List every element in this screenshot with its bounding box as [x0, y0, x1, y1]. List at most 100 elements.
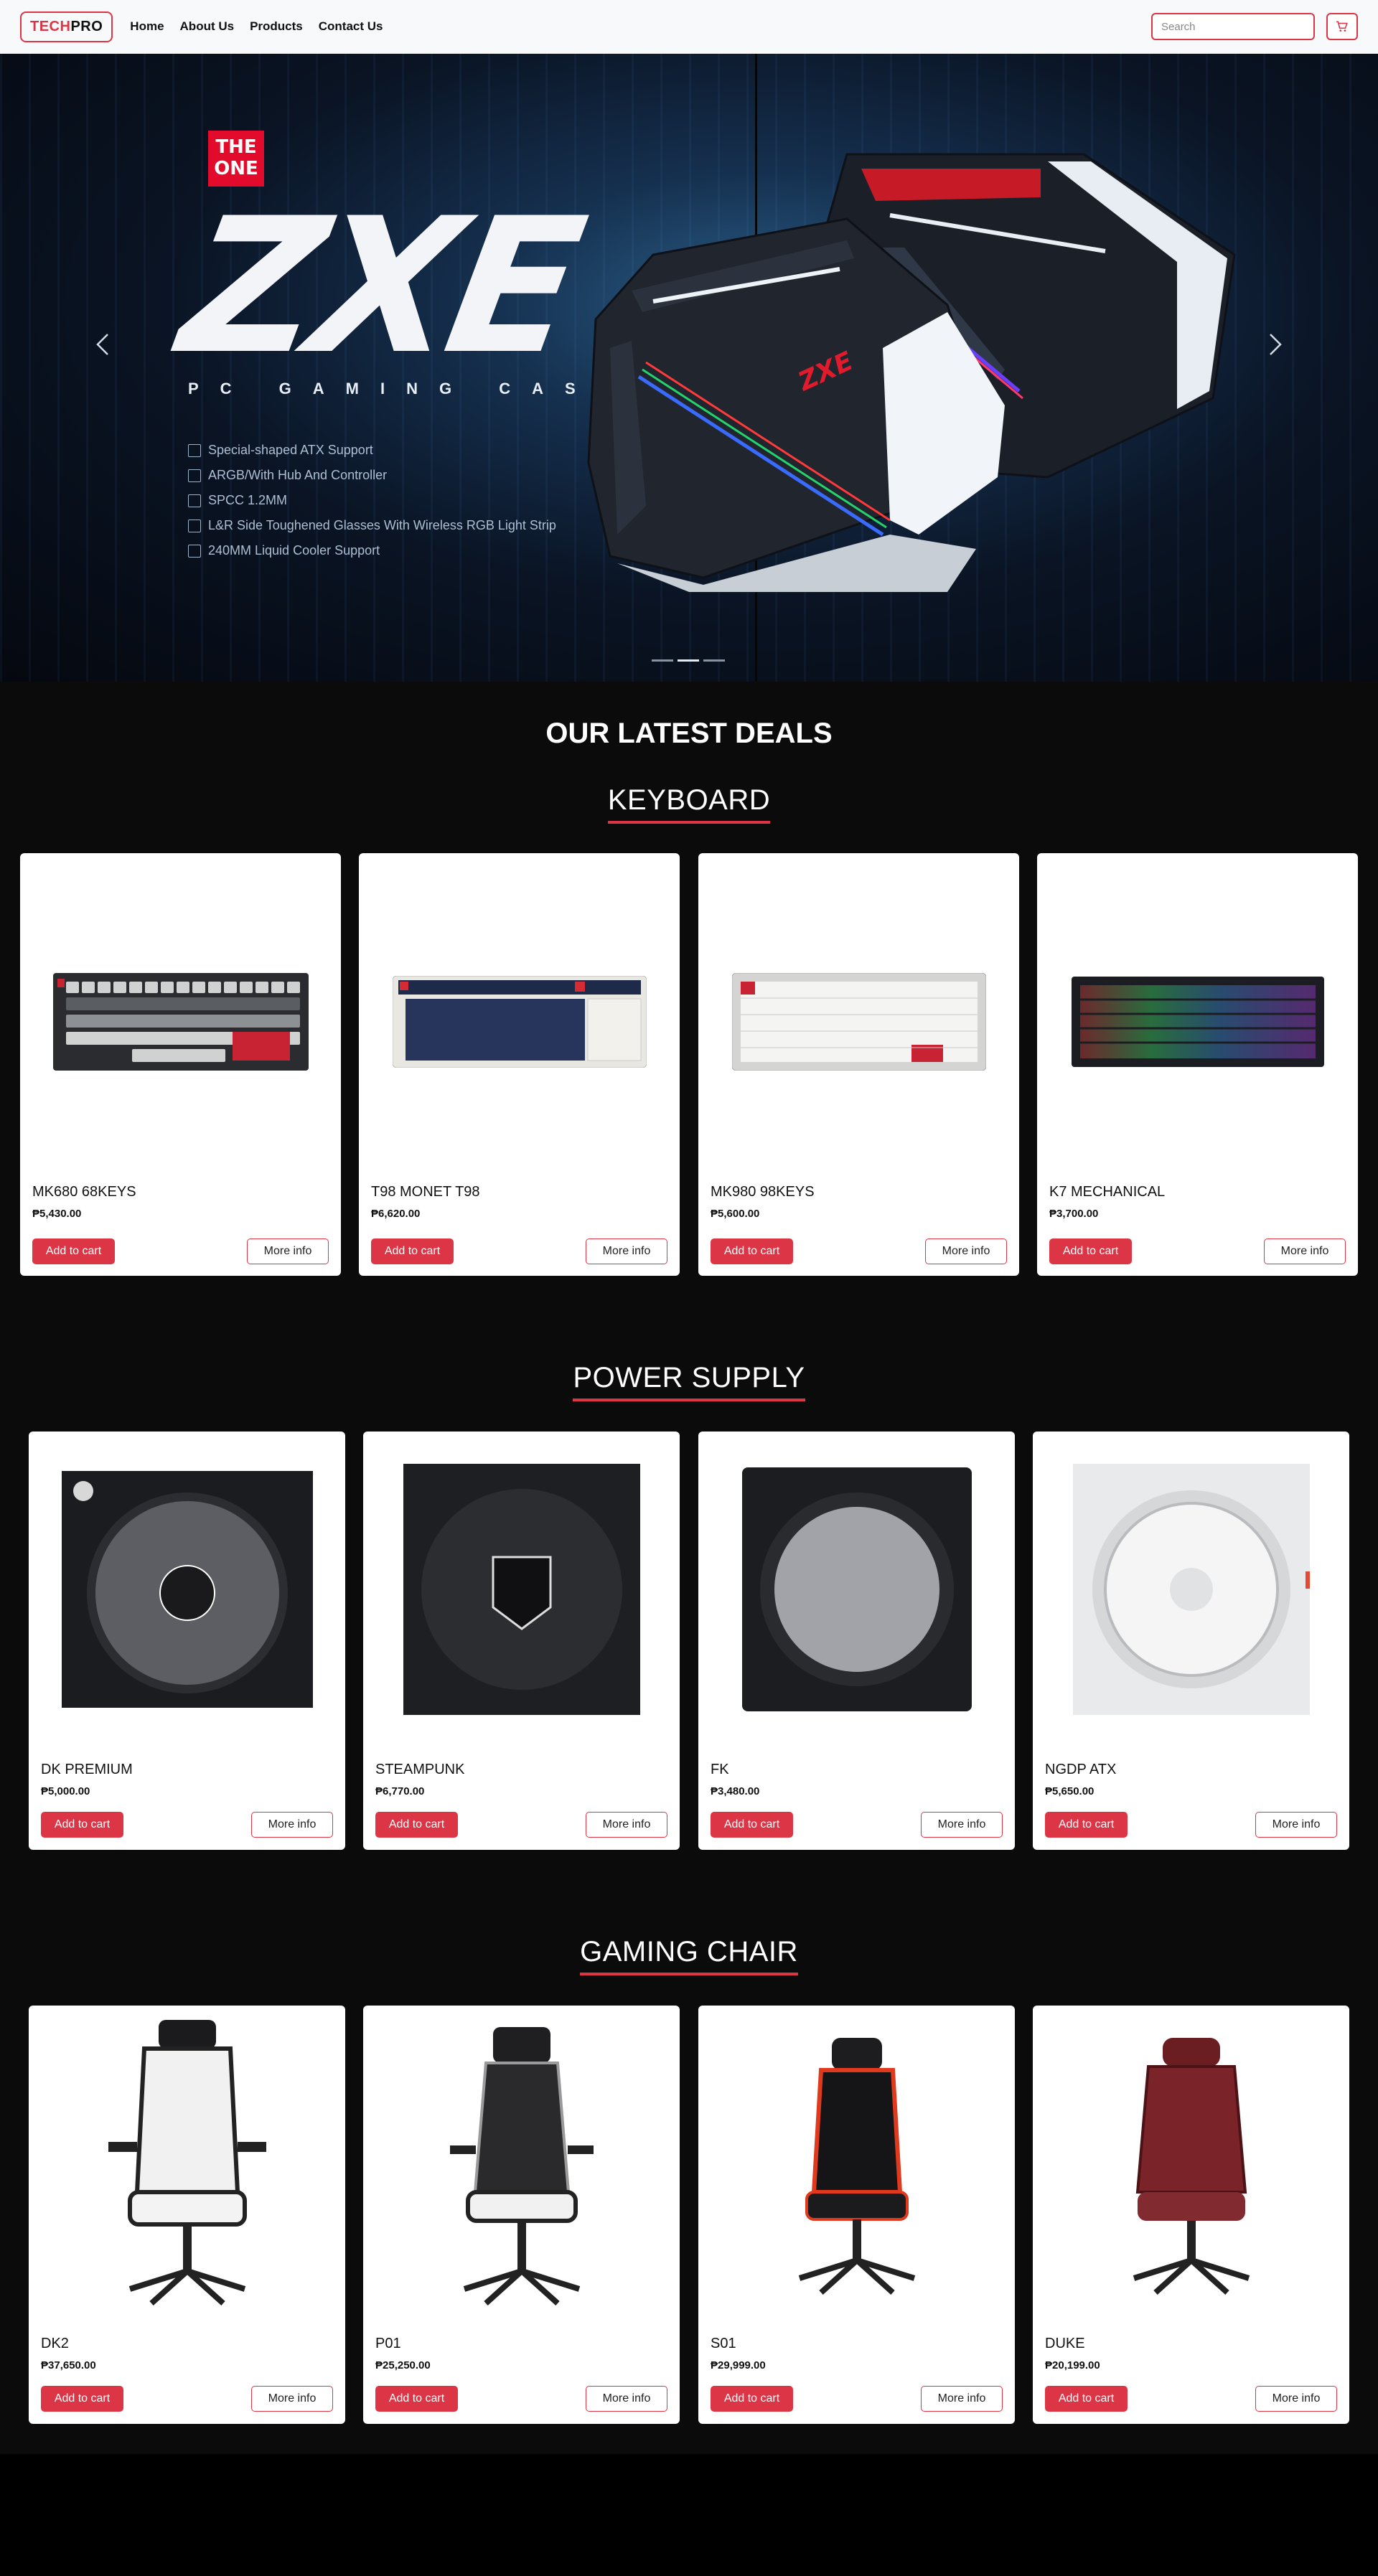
- add-to-cart-button[interactable]: Add to cart: [41, 2386, 123, 2412]
- product-image: [29, 2006, 345, 2321]
- product-card[interactable]: DK2 ₱37,650.00 Add to cart More info: [29, 2006, 345, 2424]
- product-name: MK980 98KEYS: [711, 1184, 815, 1200]
- feature-item: 240MM Liquid Cooler Support: [188, 538, 556, 563]
- product-price: ₱5,600.00: [711, 1208, 760, 1220]
- keyboard-image: [1071, 977, 1324, 1067]
- nav-link-contact[interactable]: Contact Us: [319, 19, 383, 34]
- more-info-button[interactable]: More info: [251, 1812, 333, 1838]
- nav-link-home[interactable]: Home: [130, 19, 164, 34]
- cart-button[interactable]: [1326, 13, 1358, 40]
- brand-part-pro: PRO: [70, 18, 103, 34]
- nav-link-about[interactable]: About Us: [180, 19, 235, 34]
- chair-image: [449, 2027, 594, 2305]
- product-price: ₱20,199.00: [1045, 2359, 1100, 2371]
- product-price: ₱5,000.00: [41, 1785, 90, 1797]
- feature-icon: [188, 544, 201, 558]
- product-image: [363, 2006, 680, 2321]
- product-card[interactable]: T98 MONET T98 ₱6,620.00 Add to cart More…: [359, 853, 680, 1276]
- product-card[interactable]: MK680 68KEYS ₱5,430.00 Add to cart More …: [20, 853, 341, 1276]
- more-info-button[interactable]: More info: [921, 1812, 1003, 1838]
- product-name: DK PREMIUM: [41, 1762, 133, 1777]
- product-name: STEAMPUNK: [375, 1762, 465, 1777]
- carousel-prev-button[interactable]: [95, 330, 111, 364]
- more-info-button[interactable]: More info: [586, 1812, 667, 1838]
- search-input[interactable]: [1151, 13, 1315, 40]
- product-card[interactable]: STEAMPUNK ₱6,770.00 Add to cart More inf…: [363, 1432, 680, 1850]
- chair-image: [108, 2020, 266, 2305]
- product-image: [698, 2006, 1015, 2321]
- product-name: FK: [711, 1762, 729, 1777]
- more-info-button[interactable]: More info: [921, 2386, 1003, 2412]
- carousel-indicator[interactable]: [652, 659, 673, 662]
- product-price: ₱3,480.00: [711, 1785, 760, 1797]
- add-to-cart-button[interactable]: Add to cart: [711, 2386, 793, 2412]
- more-info-button[interactable]: More info: [586, 1238, 667, 1264]
- more-info-button[interactable]: More info: [1255, 1812, 1337, 1838]
- product-price: ₱5,650.00: [1045, 1785, 1095, 1797]
- section-heading-keyboard: KEYBOARD: [0, 784, 1378, 824]
- feature-item: SPCC 1.2MM: [188, 488, 556, 513]
- feature-icon: [188, 469, 201, 482]
- chair-image: [798, 2038, 915, 2295]
- section-heading-text: KEYBOARD: [607, 784, 771, 824]
- feature-icon: [188, 443, 201, 457]
- add-to-cart-button[interactable]: Add to cart: [711, 1238, 793, 1264]
- psu-image: [403, 1464, 640, 1715]
- add-to-cart-button[interactable]: Add to cart: [375, 1812, 458, 1838]
- add-to-cart-button[interactable]: Add to cart: [375, 2386, 458, 2412]
- product-image: [29, 1432, 345, 1747]
- product-image: [698, 853, 1019, 1190]
- add-to-cart-button[interactable]: Add to cart: [371, 1238, 454, 1264]
- product-card[interactable]: MK980 98KEYS ₱5,600.00 Add to cart More …: [698, 853, 1019, 1276]
- product-card[interactable]: DUKE ₱20,199.00 Add to cart More info: [1033, 2006, 1349, 2424]
- add-to-cart-button[interactable]: Add to cart: [41, 1812, 123, 1838]
- chevron-left-icon: [96, 334, 108, 355]
- product-image: [1037, 853, 1358, 1190]
- chevron-right-icon: [1270, 334, 1282, 355]
- product-image: [363, 1432, 680, 1747]
- footer: [0, 2454, 1378, 2576]
- product-name: DK2: [41, 2336, 69, 2351]
- add-to-cart-button[interactable]: Add to cart: [1049, 1238, 1132, 1264]
- product-card[interactable]: DK PREMIUM ₱5,000.00 Add to cart More in…: [29, 1432, 345, 1850]
- nav-link-products[interactable]: Products: [250, 19, 303, 34]
- product-card[interactable]: S01 ₱29,999.00 Add to cart More info: [698, 2006, 1015, 2424]
- badge-line-2: ONE: [214, 158, 258, 179]
- product-card[interactable]: K7 MECHANICAL ₱3,700.00 Add to cart More…: [1037, 853, 1358, 1276]
- carousel-next-button[interactable]: [1267, 330, 1283, 364]
- deals-title: OUR LATEST DEALS: [545, 718, 833, 749]
- product-name: T98 MONET T98: [371, 1184, 480, 1200]
- more-info-button[interactable]: More info: [251, 2386, 333, 2412]
- feature-text: Special-shaped ATX Support: [208, 443, 373, 457]
- cart-icon: [1336, 21, 1348, 32]
- feature-text: SPCC 1.2MM: [208, 493, 288, 507]
- psu-image: [1072, 1464, 1310, 1715]
- badge-line-1: THE: [215, 136, 257, 158]
- product-card[interactable]: NGDP ATX ₱5,650.00 Add to cart More info: [1033, 1432, 1349, 1850]
- product-price: ₱25,250.00: [375, 2359, 431, 2371]
- add-to-cart-button[interactable]: Add to cart: [711, 1812, 793, 1838]
- section-heading-text: GAMING CHAIR: [580, 1936, 798, 1975]
- more-info-button[interactable]: More info: [247, 1238, 329, 1264]
- brand-part-tech: TECH: [30, 18, 71, 34]
- carousel-indicator-active[interactable]: [678, 659, 699, 662]
- product-card[interactable]: FK ₱3,480.00 Add to cart More info: [698, 1432, 1015, 1850]
- add-to-cart-button[interactable]: Add to cart: [1045, 1812, 1128, 1838]
- keyboard-image: [52, 973, 309, 1071]
- carousel-indicator[interactable]: [703, 659, 725, 662]
- carousel-indicators: [652, 659, 725, 662]
- chair-image: [1133, 2038, 1250, 2295]
- more-info-button[interactable]: More info: [1255, 2386, 1337, 2412]
- section-heading-gaming-chair: GAMING CHAIR: [0, 1936, 1378, 1975]
- product-name: P01: [375, 2336, 401, 2351]
- more-info-button[interactable]: More info: [1264, 1238, 1346, 1264]
- feature-text: 240MM Liquid Cooler Support: [208, 543, 380, 558]
- keyboard-image: [392, 976, 647, 1068]
- brand-logo[interactable]: TECHPRO: [20, 11, 113, 42]
- keyboard-image: [731, 973, 986, 1071]
- more-info-button[interactable]: More info: [925, 1238, 1007, 1264]
- add-to-cart-button[interactable]: Add to cart: [32, 1238, 115, 1264]
- more-info-button[interactable]: More info: [586, 2386, 667, 2412]
- product-card[interactable]: P01 ₱25,250.00 Add to cart More info: [363, 2006, 680, 2424]
- add-to-cart-button[interactable]: Add to cart: [1045, 2386, 1128, 2412]
